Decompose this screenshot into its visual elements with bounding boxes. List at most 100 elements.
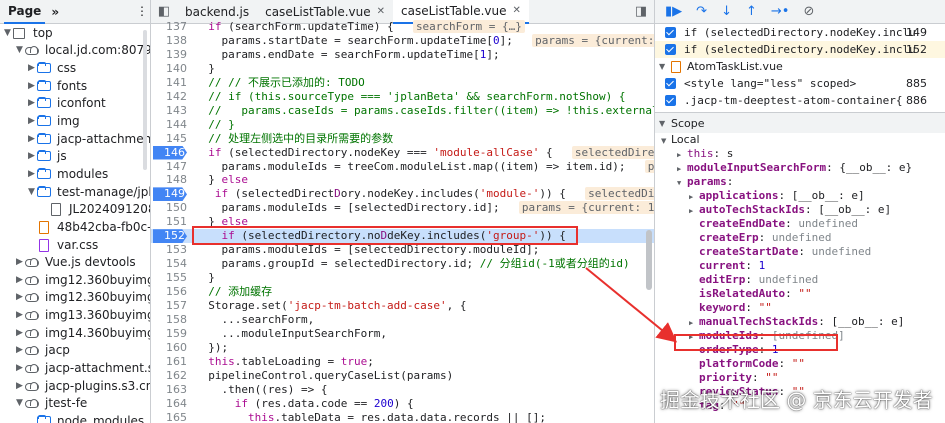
expand-arrow-icon[interactable]: ▶: [26, 134, 37, 144]
tree-item[interactable]: JL2024091208: [0, 200, 150, 218]
breakpoint-item[interactable]: if (selectedDirectory.nodeKey.inclu 149: [655, 24, 945, 41]
code-area[interactable]: 137 if (searchForm.updateTime) { searchF…: [151, 20, 654, 423]
line-number[interactable]: 144: [151, 118, 187, 132]
expand-arrow-icon[interactable]: ▶: [14, 345, 25, 355]
line-number[interactable]: 165: [151, 411, 187, 423]
tree-item[interactable]: ▶ jacp-plugins.s3.cn-: [0, 377, 150, 395]
scope-variable[interactable]: createErp: undefined: [655, 231, 945, 245]
scope-variable[interactable]: keyword: "": [655, 301, 945, 315]
breakpoint-item[interactable]: <style lang="less" scoped> 885: [655, 75, 945, 92]
tree-item[interactable]: ▼ top: [0, 24, 150, 42]
tab-page[interactable]: Page: [4, 0, 46, 24]
code-line[interactable]: 155 }: [151, 271, 654, 285]
expand-arrow-icon[interactable]: ▼: [26, 187, 37, 197]
expand-arrow-icon[interactable]: ▼: [14, 398, 25, 408]
line-number[interactable]: 163: [151, 383, 187, 397]
resume-icon[interactable]: ▮▶: [665, 4, 682, 19]
tree-item[interactable]: ▶ img12.360buyimg.c: [0, 271, 150, 289]
step-icon[interactable]: →•: [771, 4, 790, 19]
expand-arrow-icon[interactable]: ▶: [14, 257, 25, 267]
line-number[interactable]: 164: [151, 397, 187, 411]
breakpoint-checkbox[interactable]: [665, 44, 676, 55]
expand-arrow-icon[interactable]: ▶: [26, 98, 37, 108]
scope-header[interactable]: ▼ Scope: [655, 113, 945, 133]
code-line[interactable]: 138 params.startDate = searchForm.update…: [151, 33, 654, 48]
breakpoint-checkbox[interactable]: [665, 95, 676, 106]
breakpoint-marker[interactable]: 152: [153, 229, 187, 244]
line-number[interactable]: 160: [151, 341, 187, 355]
expand-arrow-icon[interactable]: ▶: [26, 151, 37, 161]
line-number[interactable]: 141: [151, 76, 187, 90]
line-number[interactable]: 142: [151, 90, 187, 104]
line-number[interactable]: 137: [151, 20, 187, 34]
tree-item[interactable]: ▶ img13.360buyimg.c: [0, 306, 150, 324]
line-number[interactable]: 161: [151, 355, 187, 369]
scope-variable[interactable]: ▶ autoTechStackIds: [__ob__: e]: [655, 203, 945, 217]
scope-variable[interactable]: ▶ applications: [__ob__: e]: [655, 189, 945, 203]
expand-arrow-icon[interactable]: ▶: [14, 381, 25, 391]
expand-arrow-icon[interactable]: ▶: [14, 328, 25, 338]
tree-item[interactable]: ▶ modules: [0, 165, 150, 183]
expand-arrow-icon[interactable]: ▶: [26, 116, 37, 126]
expand-triangle-icon[interactable]: ▶: [677, 162, 687, 176]
code-line[interactable]: 149 if (selectedDirectDory.nodeKey.inclu…: [151, 187, 654, 202]
code-line[interactable]: 153 params.moduleIds = [selectedDirector…: [151, 243, 654, 257]
code-line[interactable]: 146 if (selectedDirectory.nodeKey === 'm…: [151, 145, 654, 160]
code-line[interactable]: 140 }: [151, 62, 654, 76]
breakpoint-marker[interactable]: 146: [153, 145, 187, 160]
line-number[interactable]: 159: [151, 327, 187, 341]
breakpoint-marker[interactable]: 149: [153, 187, 187, 202]
expand-arrow-icon[interactable]: ▶: [14, 275, 25, 285]
line-number[interactable]: 162: [151, 369, 187, 383]
scope-variable[interactable]: createStartDate: undefined: [655, 245, 945, 259]
tree-item[interactable]: ▶ jacp-attachment.s3: [0, 359, 150, 377]
code-line[interactable]: 147 params.moduleIds = treeCom.moduleLis…: [151, 159, 654, 174]
scope-variable[interactable]: priority: "": [655, 371, 945, 385]
code-line[interactable]: 145 // 处理左侧选中的目录所需要的参数: [151, 132, 654, 146]
breakpoint-file-header[interactable]: ▼ AtomTaskList.vue: [655, 58, 945, 75]
tree-item[interactable]: ▶ Vue.js devtools: [0, 253, 150, 271]
tree-item[interactable]: ▶ fonts: [0, 77, 150, 95]
scope-variable[interactable]: ▼ params:: [655, 175, 945, 189]
code-line[interactable]: 165 this.tableData = res.data.data.recor…: [151, 411, 654, 423]
expand-triangle-icon[interactable]: ▶: [677, 148, 687, 162]
line-number[interactable]: 155: [151, 271, 187, 285]
code-line[interactable]: 148 } else: [151, 173, 654, 187]
more-tabs-button[interactable]: »: [51, 5, 59, 19]
scope-variable[interactable]: createEndDate: undefined: [655, 217, 945, 231]
expand-arrow-icon[interactable]: ▼: [2, 28, 13, 38]
tree-item[interactable]: var.css: [0, 236, 150, 254]
code-line[interactable]: 157 Storage.set('jacp-tm-batch-add-case'…: [151, 299, 654, 313]
line-number[interactable]: 157: [151, 299, 187, 313]
tree-item[interactable]: ▶ iconfont: [0, 95, 150, 113]
code-line[interactable]: 141 // // 不展示已添加的: TODO: [151, 76, 654, 90]
line-number[interactable]: 138: [151, 34, 187, 48]
deactivate-breakpoints-icon[interactable]: ⊘: [803, 4, 814, 19]
line-number[interactable]: 150: [151, 201, 187, 215]
tree-item[interactable]: ▼ jtest-fe: [0, 394, 150, 412]
expand-arrow-icon[interactable]: ▶: [26, 81, 37, 91]
code-line[interactable]: 158 ...searchForm,: [151, 313, 654, 327]
code-line[interactable]: 160 });: [151, 341, 654, 355]
scope-variable[interactable]: isRelatedAuto: "": [655, 287, 945, 301]
expand-arrow-icon[interactable]: ▶: [14, 363, 25, 373]
more-options-icon[interactable]: ⋮: [136, 4, 148, 18]
tree-item[interactable]: ▶ jacp: [0, 342, 150, 360]
scope-variable[interactable]: editErp: undefined: [655, 273, 945, 287]
scope-variable[interactable]: current: 1: [655, 259, 945, 273]
tree-item[interactable]: ▶ js: [0, 147, 150, 165]
code-line[interactable]: 159 ...moduleInputSearchForm,: [151, 327, 654, 341]
line-number[interactable]: 145: [151, 132, 187, 146]
scope-variable[interactable]: ▶ moduleInputSearchForm: {__ob__: e}: [655, 161, 945, 175]
line-number[interactable]: 148: [151, 173, 187, 187]
code-line[interactable]: 156 // 添加缓存: [151, 285, 654, 299]
line-number[interactable]: 156: [151, 285, 187, 299]
toggle-debugger-icon[interactable]: ◨: [628, 4, 654, 19]
code-line[interactable]: 164 if (res.data.code == 200) {: [151, 397, 654, 411]
expand-arrow-icon[interactable]: ▶: [14, 310, 25, 320]
line-number[interactable]: 143: [151, 104, 187, 118]
expand-triangle-icon[interactable]: ▶: [689, 190, 699, 204]
code-line[interactable]: 144 // }: [151, 118, 654, 132]
code-line[interactable]: 150 params.moduleIds = [selectedDirector…: [151, 201, 654, 215]
line-number[interactable]: 147: [151, 160, 187, 174]
